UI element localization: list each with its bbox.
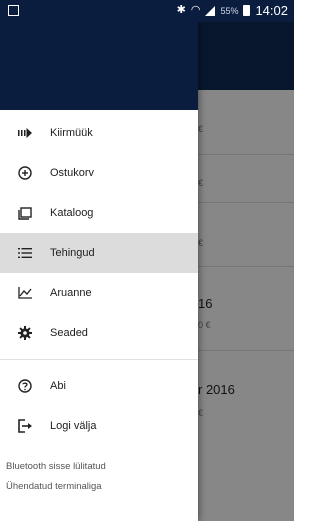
menu-item-kiirmuuk[interactable]: Kiirmüük (0, 113, 198, 153)
menu-item-kataloog[interactable]: Kataloog (0, 193, 198, 233)
menu-item-tehingud[interactable]: Tehingud (0, 233, 198, 273)
logout-icon (17, 418, 33, 434)
menu-item-abi[interactable]: Abi (0, 366, 198, 406)
battery-percent: 55% (220, 5, 239, 16)
chart-icon (17, 285, 33, 301)
menu-item-seaded[interactable]: Seaded (0, 313, 198, 353)
gear-icon (17, 325, 33, 341)
catalog-icon (17, 205, 33, 221)
menu-item-aruanne[interactable]: Aruanne (0, 273, 198, 313)
list-icon (17, 245, 33, 261)
menu-item-label: Seaded (50, 327, 88, 339)
bluetooth-status-text: Bluetooth sisse lülitatud (6, 461, 106, 472)
bluetooth-icon: ✱ (176, 4, 186, 16)
signal-icon (205, 5, 216, 16)
drawer-header (0, 22, 198, 110)
battery-icon (243, 5, 251, 16)
menu-divider (0, 359, 198, 360)
menu-item-label: Abi (50, 380, 66, 392)
status-bar: ✱ ◠ 55% 14:02 (0, 0, 294, 22)
menu-item-label: Ostukorv (50, 167, 95, 179)
clock: 14:02 (255, 3, 288, 18)
add-circle-icon (17, 165, 33, 181)
navigation-drawer: Kiirmüük Ostukorv Kataloog Tehingud Arua… (0, 22, 198, 521)
wifi-icon: ◠ (190, 4, 201, 16)
menu-item-logout[interactable]: Logi välja (0, 406, 198, 446)
screenshot-notification-icon (8, 5, 19, 16)
menu-item-label: Tehingud (50, 247, 95, 259)
fast-forward-icon (17, 125, 33, 141)
menu-item-ostukorv[interactable]: Ostukorv (0, 153, 198, 193)
menu-item-label: Aruanne (50, 287, 92, 299)
status-indicators: ✱ ◠ 55% 14:02 (177, 3, 288, 18)
terminal-status-text: Ühendatud terminaliga (6, 481, 102, 492)
menu-item-label: Kataloog (50, 207, 94, 219)
menu-item-label: Logi välja (50, 420, 97, 432)
menu-item-label: Kiirmüük (50, 127, 93, 139)
help-icon (17, 378, 33, 394)
